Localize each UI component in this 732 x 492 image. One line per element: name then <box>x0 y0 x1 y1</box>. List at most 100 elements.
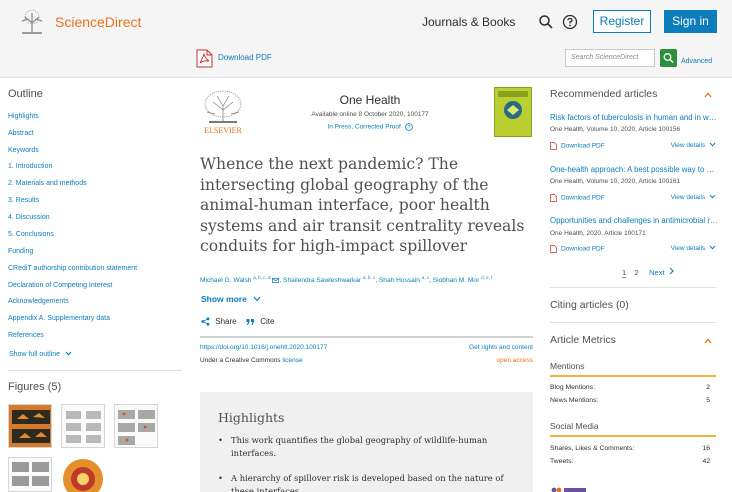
shares-label: Shares, Likes & Comments: <box>550 445 635 452</box>
cover-art <box>498 91 528 119</box>
outline-item[interactable]: References <box>8 332 44 339</box>
chevron-up-icon[interactable] <box>704 91 712 99</box>
page-current[interactable]: 1 <box>622 268 627 278</box>
highlight-item: • This work quantifies the global geogra… <box>218 434 518 460</box>
chevron-down-icon <box>253 296 261 302</box>
show-full-outline-button[interactable]: Show full outline <box>9 351 72 358</box>
outline-item[interactable]: Acknowledgements <box>8 298 69 305</box>
download-pdf-link[interactable]: Download PDF <box>218 53 272 62</box>
page-2-link[interactable]: 2 <box>635 268 639 277</box>
author-affiliation[interactable]: a, b, c, d <box>253 275 270 280</box>
blog-mentions-row: Blog Mentions: 2 <box>550 384 710 391</box>
cite-button[interactable]: Cite <box>246 317 274 326</box>
rights-content-link[interactable]: Get rights and content <box>410 344 533 351</box>
view-details-link[interactable]: View details <box>640 245 716 252</box>
nav-journals-books[interactable]: Journals & Books <box>422 15 515 29</box>
figure-3-image <box>118 410 155 445</box>
blog-mentions-value: 2 <box>706 384 710 391</box>
outline-item[interactable]: 1. Introduction <box>8 163 52 170</box>
chevron-right-icon <box>669 267 674 275</box>
chevron-down-icon <box>65 351 72 356</box>
elsevier-tree-logo-icon[interactable] <box>16 9 48 35</box>
search-icon[interactable] <box>538 14 554 30</box>
search-submit-icon[interactable] <box>660 49 677 67</box>
bullet-icon: • <box>218 435 223 445</box>
figure-thumbnail[interactable] <box>61 404 105 448</box>
plumx-logo-icon[interactable] <box>550 484 590 492</box>
outline-item[interactable]: Abstract <box>8 130 34 137</box>
article-metrics-title[interactable]: Article Metrics <box>550 334 616 346</box>
view-details-link[interactable]: View details <box>640 142 716 149</box>
recommended-download-pdf[interactable]: Download PDF <box>550 245 605 253</box>
author-name[interactable]: Shailendra Sawleshwarkar <box>283 277 361 284</box>
tweets-value: 42 <box>702 458 710 465</box>
outline-item[interactable]: 4. Discussion <box>8 214 50 221</box>
in-press-status[interactable]: In Press, Corrected Proof ? <box>290 123 450 131</box>
search-input[interactable]: Search ScienceDirect <box>565 49 655 67</box>
next-page-link[interactable]: Next <box>649 267 674 277</box>
mentions-heading: Mentions <box>550 361 585 371</box>
divider <box>550 287 716 288</box>
article-title: Whence the next pandemic? The intersecti… <box>200 155 525 255</box>
show-more-button[interactable]: Show more <box>201 294 261 304</box>
outline-item[interactable]: Highlights <box>8 113 39 120</box>
authors-list: Michael G. Walsh a, b, c, d , Shailendra… <box>200 275 493 285</box>
chevron-up-icon[interactable] <box>704 337 712 345</box>
recommended-article-title[interactable]: Opportunities and challenges in antimicr… <box>550 216 718 225</box>
pdf-icon[interactable] <box>196 49 213 68</box>
recommended-article-title[interactable]: Risk factors of tuberculosis in human an… <box>550 113 718 122</box>
view-details-label: View details <box>670 142 706 149</box>
news-mentions-row: News Mentions: 5 <box>550 397 710 404</box>
tweets-row: Tweets: 42 <box>550 458 710 465</box>
info-icon[interactable]: ? <box>404 123 413 131</box>
outline-item[interactable]: 3. Results <box>8 197 39 204</box>
outline-item[interactable]: Funding <box>8 248 33 255</box>
license-link[interactable]: license <box>282 357 302 364</box>
figure-thumbnail[interactable] <box>8 404 52 448</box>
outline-item[interactable]: 5. Conclusions <box>8 231 54 238</box>
journal-cover-image[interactable] <box>494 87 532 137</box>
figure-thumbnail[interactable] <box>8 457 52 492</box>
outline-item[interactable]: 2. Materials and methods <box>8 180 87 187</box>
register-button[interactable]: Register <box>593 10 651 33</box>
advanced-search-link[interactable]: Advanced <box>681 58 712 65</box>
author-name[interactable]: Siobhan M. Mor <box>433 277 480 284</box>
share-button[interactable]: Share <box>201 317 237 326</box>
recommended-articles-title[interactable]: Recommended articles <box>550 88 657 100</box>
recommended-download-pdf[interactable]: Download PDF <box>550 194 605 202</box>
outline-item[interactable]: Declaration of Competing Interest <box>8 282 112 289</box>
svg-text:ELSEVIER: ELSEVIER <box>204 126 242 135</box>
elsevier-logo[interactable]: ELSEVIER <box>201 88 245 136</box>
doi-link[interactable]: https://doi.org/10.1016/j.onehlt.2020.10… <box>200 344 327 351</box>
recommended-download-pdf[interactable]: Download PDF <box>550 142 605 150</box>
journal-name[interactable]: One Health <box>300 93 440 107</box>
outline-item[interactable]: Appendix A. Supplementary data <box>8 315 110 322</box>
figure-thumbnail[interactable] <box>61 457 105 492</box>
author-name[interactable]: Shah Hossain <box>379 277 420 284</box>
outline-item[interactable]: CRediT authorship contribution statement <box>8 265 137 272</box>
email-icon[interactable] <box>272 277 280 283</box>
news-mentions-label: News Mentions: <box>550 397 599 404</box>
pdf-icon <box>550 194 557 202</box>
author-affiliation[interactable]: a, c <box>422 275 429 280</box>
bullet-icon: • <box>218 473 223 483</box>
help-icon[interactable] <box>562 14 578 30</box>
svg-text:?: ? <box>407 125 410 131</box>
mentions-bar <box>550 375 716 377</box>
news-mentions-value: 5 <box>706 397 710 404</box>
tweets-label: Tweets: <box>550 458 574 465</box>
recommended-article-title[interactable]: One-health approach: A best possible way… <box>550 165 718 174</box>
author-name[interactable]: Michael G. Walsh <box>200 277 251 284</box>
citing-articles-title[interactable]: Citing articles (0) <box>550 299 629 311</box>
sign-in-button[interactable]: Sign in <box>664 10 717 33</box>
view-details-link[interactable]: View details <box>640 194 716 201</box>
available-online-date: Available online 8 October 2020, 100177 <box>311 111 429 118</box>
divider <box>200 336 533 338</box>
figure-thumbnail[interactable] <box>114 404 158 448</box>
social-media-bar <box>550 435 716 437</box>
outline-item[interactable]: Keywords <box>8 147 39 154</box>
author-affiliation[interactable]: d, e, f <box>481 275 492 280</box>
author-affiliation[interactable]: a, b, c <box>363 275 375 280</box>
recommended-article-meta: One Health, Volume 10, 2020, Article 100… <box>550 126 681 133</box>
brand-name[interactable]: ScienceDirect <box>55 14 141 30</box>
